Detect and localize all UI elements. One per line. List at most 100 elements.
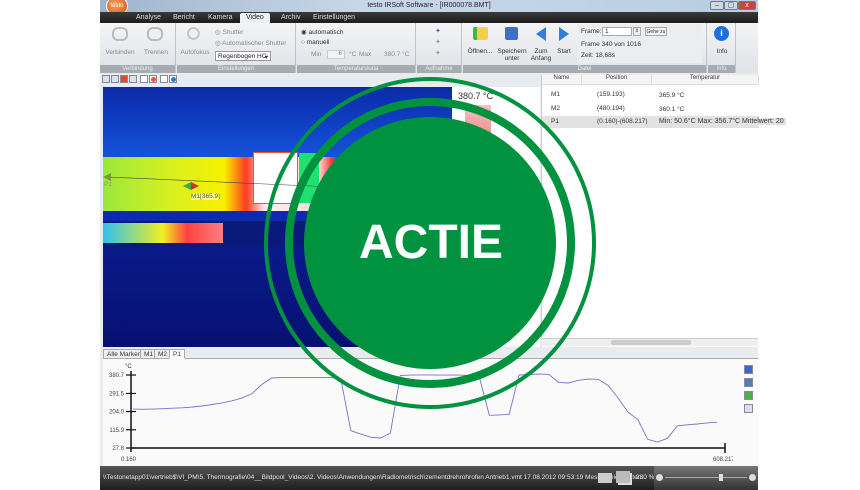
tab-einstellungen[interactable]: Einstellungen: [307, 13, 361, 23]
palette-select[interactable]: Regenbogen HC ▾: [215, 51, 271, 61]
magnifier-icon: [187, 27, 200, 40]
open-folder-icon: [473, 27, 488, 40]
title-bar: testo IRSoft Software - [IR000078.BMT] –…: [100, 0, 758, 12]
delete-icon[interactable]: [120, 75, 128, 83]
minimize-button[interactable]: –: [710, 1, 724, 10]
checkbox-icon[interactable]: [160, 75, 168, 83]
table-row[interactable]: M1 (159.193) 365.9 °C: [542, 88, 759, 101]
auto-shutter-button[interactable]: ◎ Automatischer Shutter: [215, 39, 286, 47]
hot-spot-icon[interactable]: [151, 77, 156, 82]
rewind-icon: [536, 27, 546, 41]
p1-label: P1: [104, 181, 112, 188]
manuell-radio[interactable]: ○ manuell: [301, 39, 330, 46]
group-einstellungen: Autofokus ◎ Shutter ◎ Automatischer Shut…: [177, 23, 296, 73]
record-icon[interactable]: ✦: [435, 38, 441, 46]
close-button[interactable]: x: [738, 1, 756, 10]
group-datei: Öffnen... Speichern unter Zum Anfang Sta…: [463, 23, 707, 73]
min-label: Min: [311, 51, 322, 58]
frame-panel: Frame: 1 ⇕ Gehe zu Frame 340 von 1016 Ze…: [577, 24, 702, 63]
shutter-button[interactable]: ◎ Shutter: [215, 28, 243, 36]
frame-input[interactable]: 1: [602, 27, 632, 36]
group-label: Temperaturskala: [297, 65, 415, 73]
start-button[interactable]: Start: [554, 48, 574, 55]
scroll-thumb[interactable]: [611, 340, 691, 345]
zoom-in-icon[interactable]: [749, 474, 756, 481]
auto-shutter-label: Automatischer Shutter: [222, 40, 287, 47]
record-icon[interactable]: ✦: [435, 27, 441, 35]
table-row-selected[interactable]: P1 (0.160)-(608.217) Min: 50.6°C Max: 35…: [542, 116, 786, 128]
tab-kamera[interactable]: Kamera: [202, 13, 239, 23]
group-temperaturskala: ◉ automatisch ○ manuell Min 6 °C Max 380…: [297, 23, 416, 73]
status-bar: \\Testonetapp01\vertrieb$\VI_PM\5. Therm…: [100, 466, 758, 490]
group-aufnahme: ✦ ✦ ✦ Aufnahme: [417, 23, 462, 73]
add-icon[interactable]: [744, 391, 753, 400]
y-axis-label: °C: [125, 364, 132, 370]
cell-position: (0.160)-(608.217): [597, 118, 648, 125]
zum-anfang-button[interactable]: Zum Anfang: [529, 48, 553, 62]
group-verbindung: Verbinden Trennen Verbindung: [100, 23, 176, 73]
multi-view-icon[interactable]: [616, 471, 630, 483]
shutter-label: Shutter: [222, 29, 244, 36]
table-row[interactable]: M2 (480.194) 360.1 °C: [542, 102, 759, 115]
save-as-icon[interactable]: [744, 378, 753, 387]
x-tick-label: 0.160: [121, 457, 137, 463]
gehe-zu-button[interactable]: Gehe zu: [645, 27, 667, 36]
col-name[interactable]: Name: [542, 75, 582, 85]
slider-thumb[interactable]: [719, 474, 723, 481]
checkbox-icon[interactable]: [140, 75, 148, 83]
horizontal-scrollbar[interactable]: [541, 338, 758, 346]
m1-label: M1[365.9]: [191, 193, 220, 200]
col-position[interactable]: Position: [582, 75, 652, 85]
zoom-slider[interactable]: [654, 466, 758, 490]
cell-temp: Min: 50.6°C Max: 356.7°C Mittelwert: 20: [659, 118, 786, 125]
group-label: Datei: [463, 65, 706, 73]
zoom-level: 230 %: [636, 474, 655, 481]
group-info: i Info Info: [708, 23, 736, 73]
trennen-button[interactable]: Trennen: [140, 49, 172, 56]
thermal-image[interactable]: P1 M1[365.9]: [103, 87, 452, 347]
cell-name: M2: [551, 105, 561, 112]
save-icon[interactable]: [744, 365, 753, 374]
group-label: Einstellungen: [177, 65, 295, 73]
thermometer-icon[interactable]: [102, 75, 110, 83]
table-icon[interactable]: [744, 404, 753, 413]
play-icon: [559, 27, 569, 41]
tab-analyse[interactable]: Analyse: [130, 13, 167, 23]
profile-line[interactable]: [103, 87, 452, 347]
ribbon-tabs: Analyse Bericht Kamera Video Archiv Eins…: [100, 12, 758, 23]
marker-icon[interactable]: [129, 75, 137, 83]
window-title: testo IRSoft Software - [IR000078.BMT]: [367, 2, 491, 9]
file-path: \\Testonetapp01\vertrieb$\VI_PM\5. Therm…: [103, 474, 647, 481]
group-label: Verbindung: [100, 65, 175, 73]
cell-temp: 360.1 °C: [659, 106, 685, 113]
temperature-scale: 380.7 °C: [452, 87, 540, 347]
max-label: Max: [359, 51, 372, 58]
profile-chart: °C380.7 291.5 204.0 115.9 27.8 0.160 608.217: [109, 364, 733, 463]
verbinden-button[interactable]: Verbinden: [102, 49, 138, 56]
cold-spot-icon[interactable]: [171, 77, 176, 82]
profile-icon[interactable]: [111, 75, 119, 83]
tab-p1[interactable]: P1: [169, 349, 185, 359]
tab-archiv[interactable]: Archiv: [275, 13, 306, 23]
frame-stepper[interactable]: ⇕: [633, 27, 641, 36]
tab-video[interactable]: Video: [240, 13, 270, 23]
info-button[interactable]: Info: [708, 48, 736, 55]
single-view-icon[interactable]: [598, 473, 612, 483]
min-input[interactable]: 6: [327, 50, 345, 59]
autofokus-button[interactable]: Autofokus: [178, 49, 212, 56]
group-label: Aufnahme: [417, 65, 461, 73]
zoom-out-icon[interactable]: [656, 474, 663, 481]
tab-alle-marker[interactable]: Alle Marker: [103, 349, 144, 359]
max-value: 380.7 °C: [384, 51, 410, 58]
tab-bericht[interactable]: Bericht: [167, 13, 201, 23]
record-icon[interactable]: ✦: [435, 49, 441, 57]
maximize-button[interactable]: ▢: [724, 1, 738, 10]
oeffnen-button[interactable]: Öffnen...: [465, 48, 495, 55]
ribbon: Verbinden Trennen Verbindung Autofokus ◎…: [100, 23, 758, 73]
automatisch-radio[interactable]: ◉ automatisch: [301, 28, 344, 36]
col-temperatur[interactable]: Temperatur: [652, 75, 759, 85]
y-tick-label: 291.5: [109, 391, 125, 397]
y-tick-label: 380.7: [109, 373, 125, 379]
speichern-button[interactable]: Speichern unter: [497, 48, 527, 62]
group-label: Info: [708, 65, 735, 73]
